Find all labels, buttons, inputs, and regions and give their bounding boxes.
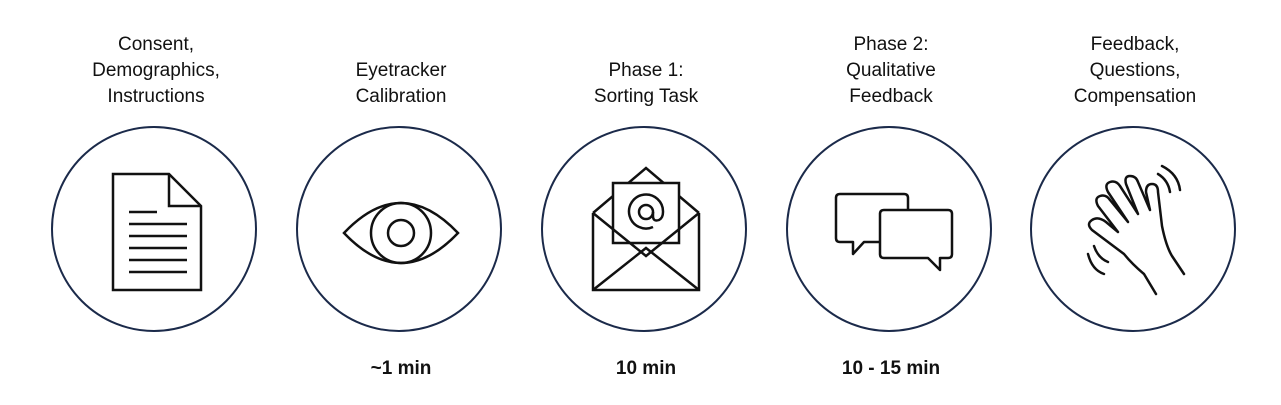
stage-sorting-task: Phase 1: Sorting Task 10 min (536, 0, 756, 405)
stage-eyetracker-calibration: Eyetracker Calibration ~1 min (291, 0, 511, 405)
waving-hand-icon (1086, 164, 1186, 296)
stage-title: Feedback, Questions, Compensation (1073, 34, 1197, 107)
document-icon (111, 172, 203, 292)
eye-icon (342, 201, 460, 265)
stage-circle (1030, 126, 1236, 332)
stage-circle (51, 126, 257, 332)
stage-title: Phase 2: Qualitative Feedback (846, 34, 936, 107)
stage-feedback-compensation: Feedback, Questions, Compensation (1025, 0, 1245, 405)
stage-circle (786, 126, 992, 332)
stage-duration: 10 - 15 min (841, 358, 941, 379)
stage-qualitative-feedback: Phase 2: Qualitative Feedback 10 - 15 mi… (781, 0, 1001, 405)
stage-duration: 10 min (615, 358, 677, 379)
stage-circle (296, 126, 502, 332)
email-envelope-icon (591, 166, 701, 292)
stage-title: Consent, Demographics, Instructions (92, 34, 220, 107)
stage-title: Phase 1: Sorting Task (593, 60, 699, 107)
stage-title: Eyetracker Calibration (355, 60, 447, 107)
stage-consent: Consent, Demographics, Instructions (46, 0, 266, 405)
stage-circle (541, 126, 747, 332)
chat-bubbles-icon (834, 192, 954, 272)
stage-duration: ~1 min (370, 358, 432, 379)
